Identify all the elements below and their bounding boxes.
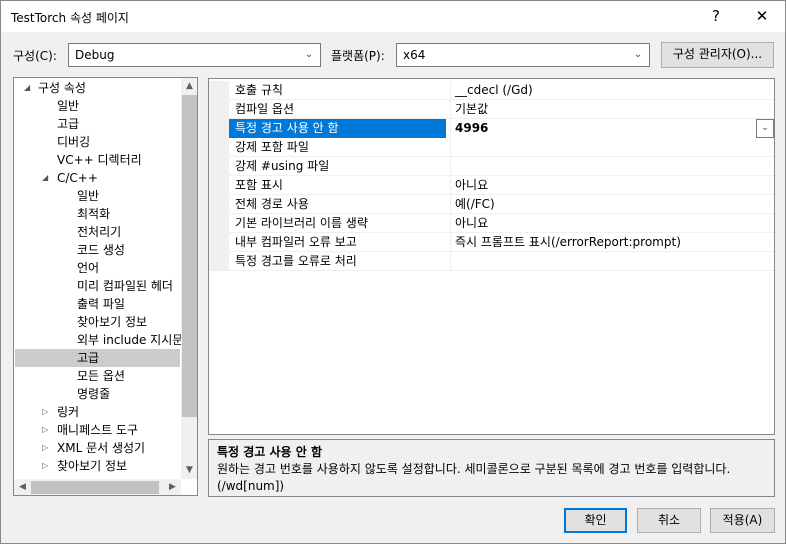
chevron-down-icon: ⌄	[304, 49, 314, 60]
property-grid: 호출 규칙 __cdecl (/Gd) 컴파일 옵션 기본값 특정 경고 사용 …	[208, 78, 775, 435]
tree-item-cpp-all-options[interactable]: 모든 옵션	[77, 367, 125, 385]
property-value[interactable]	[450, 252, 774, 271]
help-icon[interactable]: ?	[693, 1, 739, 32]
collapsed-arrow-icon[interactable]: ▷	[42, 403, 52, 421]
cancel-button[interactable]: 취소	[637, 508, 701, 533]
scroll-up-icon[interactable]: ▲	[181, 78, 197, 95]
property-value[interactable]: 기본값	[450, 100, 774, 119]
property-name: 강제 포함 파일	[235, 140, 309, 154]
property-row[interactable]: 특정 경고를 오류로 처리	[209, 252, 774, 271]
description-panel: 특정 경고 사용 안 함 원하는 경고 번호를 사용하지 않도록 설정합니다. …	[208, 439, 775, 497]
tree-horizontal-scrollbar[interactable]: ◀ ▶	[14, 479, 181, 495]
title-bar: TestTorch 속성 페이지 ? ✕	[1, 1, 785, 32]
property-name: 내부 컴파일러 오류 보고	[235, 235, 357, 249]
property-name: 기본 라이브러리 이름 생략	[235, 216, 368, 230]
tree-scroll-thumb[interactable]	[182, 95, 197, 417]
scroll-down-icon[interactable]: ▼	[181, 462, 197, 479]
tree-item-general[interactable]: 일반	[57, 97, 79, 115]
property-row[interactable]: 컴파일 옵션 기본값	[209, 100, 774, 119]
expanded-arrow-icon[interactable]: ◢	[24, 79, 34, 97]
property-value[interactable]	[450, 157, 774, 176]
property-value[interactable]: 아니요	[450, 214, 774, 233]
property-pages-dialog: TestTorch 속성 페이지 ? ✕ 구성(C): Debug ⌄ 플랫폼(…	[0, 0, 786, 544]
tree-item-advanced[interactable]: 고급	[57, 115, 79, 133]
tree-item-cpp-pch[interactable]: 미리 컴파일된 헤더	[77, 277, 173, 295]
property-name: 특정 경고를 오류로 처리	[235, 254, 357, 268]
tree-item-debugging[interactable]: 디버깅	[57, 133, 90, 151]
property-value[interactable]: 즉시 프롬프트 표시(/errorReport:prompt)	[450, 233, 774, 252]
tree-item-manifest[interactable]: 매니페스트 도구	[57, 421, 138, 439]
tree-item-vc-directories[interactable]: VC++ 디렉터리	[57, 151, 142, 169]
platform-dropdown[interactable]: x64 ⌄	[396, 43, 650, 67]
description-text: 원하는 경고 번호를 사용하지 않도록 설정합니다. 세미콜론으로 구분된 목록…	[217, 462, 731, 493]
property-value-input[interactable]: 4996	[450, 119, 774, 138]
scroll-right-icon[interactable]: ▶	[164, 479, 181, 495]
tree-item-cpp-general[interactable]: 일반	[77, 187, 99, 205]
collapsed-arrow-icon[interactable]: ▷	[42, 421, 52, 439]
config-label: 구성(C):	[13, 49, 57, 63]
tree-item-browse-info[interactable]: 찾아보기 정보	[57, 457, 127, 475]
tree-item-cpp-language[interactable]: 언어	[77, 259, 99, 277]
property-row[interactable]: 내부 컴파일러 오류 보고 즉시 프롬프트 표시(/errorReport:pr…	[209, 233, 774, 252]
scroll-left-icon[interactable]: ◀	[14, 479, 31, 495]
collapsed-arrow-icon[interactable]: ▷	[42, 439, 52, 457]
property-name: 전체 경로 사용	[235, 197, 309, 211]
platform-value: x64	[403, 48, 426, 62]
close-icon[interactable]: ✕	[739, 1, 785, 32]
property-name: 강제 #using 파일	[235, 159, 330, 173]
platform-label: 플랫폼(P):	[331, 49, 385, 63]
tree-item-cpp-advanced[interactable]: 고급	[77, 349, 99, 367]
collapsed-arrow-icon[interactable]: ▷	[42, 457, 52, 475]
chevron-down-icon[interactable]: ⌄	[756, 119, 774, 138]
property-value[interactable]	[450, 138, 774, 157]
property-row[interactable]: 기본 라이브러리 이름 생략 아니요	[209, 214, 774, 233]
tree-item-cpp-output[interactable]: 출력 파일	[77, 295, 125, 313]
config-dropdown[interactable]: Debug ⌄	[68, 43, 321, 67]
tree-item-linker[interactable]: 링커	[57, 403, 79, 421]
property-name: 호출 규칙	[235, 83, 283, 97]
property-name: 특정 경고 사용 안 함	[229, 119, 446, 138]
property-value[interactable]: 예(/FC)	[450, 195, 774, 214]
property-row[interactable]: 포함 표시 아니요	[209, 176, 774, 195]
property-row[interactable]: 호출 규칙 __cdecl (/Gd)	[209, 81, 774, 100]
category-tree: ◢ 구성 속성 일반 고급 디버깅 VC++ 디렉터리 ◢ C/C++ 일반 최…	[13, 77, 198, 496]
property-name: 컴파일 옵션	[235, 102, 295, 116]
tree-item-cpp-external-include[interactable]: 외부 include 지시문	[77, 331, 183, 349]
config-value: Debug	[75, 48, 115, 62]
tree-item-cpp-preprocessor[interactable]: 전처리기	[77, 223, 121, 241]
apply-button[interactable]: 적용(A)	[710, 508, 775, 533]
property-row-selected[interactable]: 특정 경고 사용 안 함 4996 ⌄	[209, 119, 774, 138]
config-manager-button[interactable]: 구성 관리자(O)...	[661, 42, 774, 68]
ok-button[interactable]: 확인	[564, 508, 627, 533]
chevron-down-icon: ⌄	[633, 49, 643, 60]
tree-hscroll-thumb[interactable]	[31, 481, 159, 494]
tree-vertical-scrollbar[interactable]: ▲ ▼	[181, 78, 197, 479]
description-title: 특정 경고 사용 안 함	[217, 445, 323, 459]
tree-item-cpp[interactable]: C/C++	[57, 169, 98, 187]
property-row[interactable]: 전체 경로 사용 예(/FC)	[209, 195, 774, 214]
expanded-arrow-icon[interactable]: ◢	[42, 169, 52, 187]
property-row[interactable]: 강제 #using 파일	[209, 157, 774, 176]
tree-item-cpp-optimization[interactable]: 최적화	[77, 205, 110, 223]
window-title: TestTorch 속성 페이지	[11, 11, 129, 25]
tree-item-cpp-browse[interactable]: 찾아보기 정보	[77, 313, 147, 331]
tree-root-config-properties[interactable]: 구성 속성	[38, 79, 86, 97]
property-row[interactable]: 강제 포함 파일	[209, 138, 774, 157]
property-value[interactable]: __cdecl (/Gd)	[450, 81, 774, 100]
tree-item-cpp-codegen[interactable]: 코드 생성	[77, 241, 125, 259]
tree-item-cpp-command-line[interactable]: 명령줄	[77, 385, 110, 403]
property-name: 포함 표시	[235, 178, 283, 192]
tree-item-xml-doc[interactable]: XML 문서 생성기	[57, 439, 145, 457]
property-value[interactable]: 아니요	[450, 176, 774, 195]
